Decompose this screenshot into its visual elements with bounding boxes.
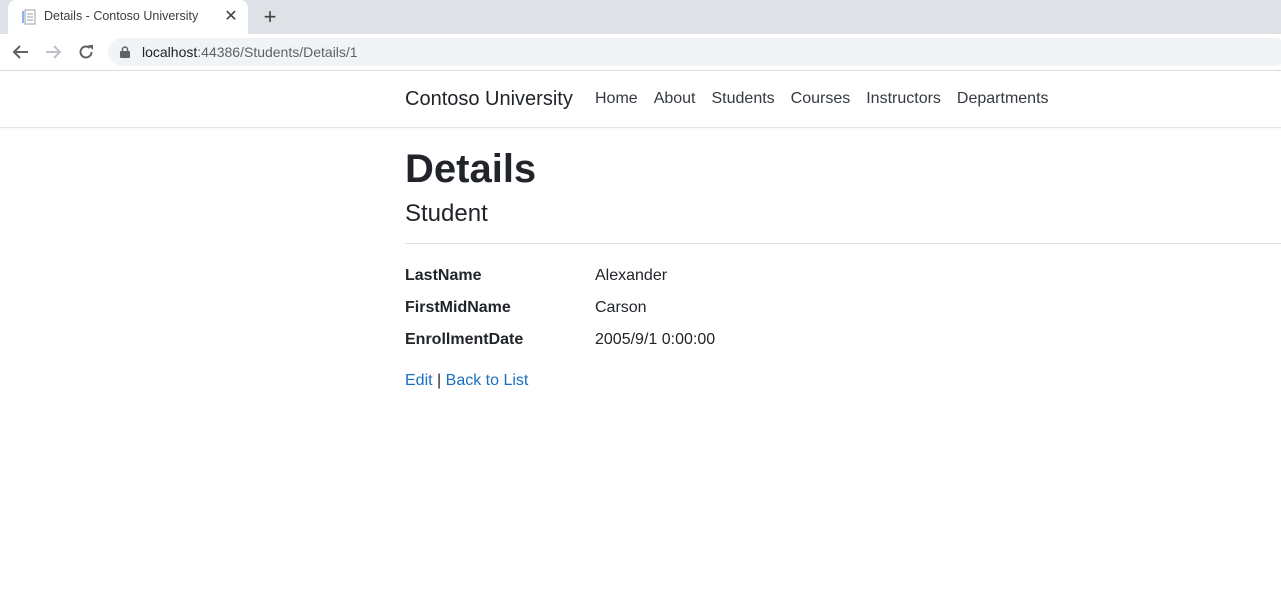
url-host: localhost	[142, 44, 198, 60]
section-title: Student	[405, 200, 488, 227]
detail-label: FirstMidName	[405, 299, 511, 316]
detail-value: Alexander	[595, 267, 668, 284]
details-list: LastName Alexander FirstMidName Carson E…	[405, 260, 1281, 356]
back-to-list-link[interactable]: Back to List	[446, 372, 529, 389]
detail-label: LastName	[405, 267, 482, 284]
nav-link-departments[interactable]: Departments	[957, 90, 1049, 108]
back-arrow-icon[interactable]	[12, 43, 30, 61]
site-navbar: Contoso University Home About Students C…	[0, 71, 1281, 128]
lock-icon	[120, 46, 130, 58]
detail-row: LastName Alexander	[405, 260, 1281, 292]
action-separator: |	[437, 372, 442, 389]
main-content: Details Student LastName Alexander First…	[405, 145, 1281, 390]
divider	[405, 243, 1281, 244]
nav-link-instructors[interactable]: Instructors	[866, 90, 941, 108]
nav-link-home[interactable]: Home	[595, 90, 638, 108]
tab-title: Details - Contoso University	[44, 9, 199, 23]
page-favicon-icon	[22, 9, 36, 25]
nav-link-students[interactable]: Students	[712, 90, 775, 108]
address-bar[interactable]: localhost:44386/Students/Details/1	[108, 38, 1281, 66]
detail-row: EnrollmentDate 2005/9/1 0:00:00	[405, 324, 1281, 356]
detail-row: FirstMidName Carson	[405, 292, 1281, 324]
browser-toolbar: localhost:44386/Students/Details/1	[0, 34, 1281, 71]
edit-link[interactable]: Edit	[405, 372, 433, 389]
nav-link-about[interactable]: About	[654, 90, 696, 108]
brand-link[interactable]: Contoso University	[405, 88, 573, 111]
new-tab-icon[interactable]: +	[260, 6, 280, 28]
tab-close-icon[interactable]: ✕	[222, 8, 240, 26]
nav-links: Home About Students Courses Instructors …	[595, 90, 1065, 108]
url-text: localhost:44386/Students/Details/1	[142, 44, 358, 60]
forward-arrow-icon[interactable]	[44, 43, 62, 61]
reload-icon[interactable]	[77, 43, 95, 61]
detail-value: Carson	[595, 299, 647, 316]
url-path: :44386/Students/Details/1	[197, 44, 358, 60]
browser-tab[interactable]: Details - Contoso University ✕	[8, 0, 248, 34]
nav-link-courses[interactable]: Courses	[791, 90, 851, 108]
browser-tabstrip: Details - Contoso University ✕ +	[0, 0, 1281, 34]
page-title: Details	[405, 147, 537, 191]
actions: Edit | Back to List	[405, 372, 1281, 390]
detail-label: EnrollmentDate	[405, 331, 524, 348]
detail-value: 2005/9/1 0:00:00	[595, 331, 716, 348]
